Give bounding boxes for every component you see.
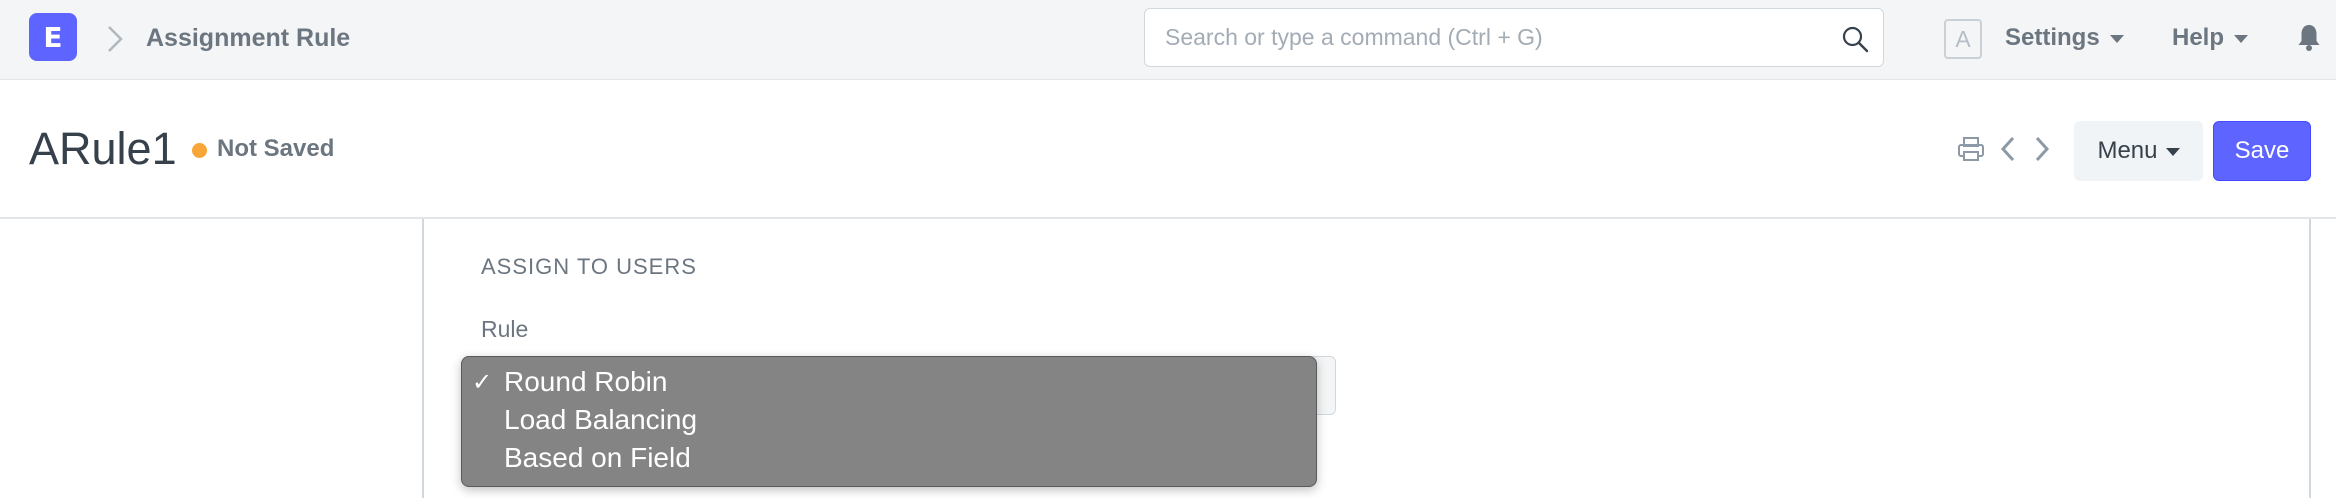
caret-down-icon <box>2234 35 2249 43</box>
checkmark-icon: ✓ <box>472 368 493 396</box>
avatar[interactable]: A <box>1944 19 1982 59</box>
status-indicator-dot <box>192 143 207 158</box>
rule-field-label: Rule <box>481 316 529 342</box>
help-dropdown[interactable]: Help <box>2172 24 2249 52</box>
app-logo[interactable]: E <box>29 13 77 61</box>
page-head: ARule1 Not Saved Menu Save <box>0 81 2336 219</box>
search-bar[interactable] <box>1144 8 1884 67</box>
bell-icon[interactable] <box>2296 22 2322 52</box>
dropdown-option-load-balancing[interactable]: Load Balancing <box>462 401 1316 439</box>
help-label: Help <box>2172 24 2225 51</box>
page-title: ARule1 <box>29 123 177 174</box>
chevron-right-icon[interactable] <box>2033 135 2051 163</box>
status-badge: Not Saved <box>217 135 335 162</box>
menu-label: Menu <box>2097 137 2158 164</box>
breadcrumb[interactable]: Assignment Rule <box>146 24 350 53</box>
search-input[interactable] <box>1165 9 1825 66</box>
caret-down-icon <box>2165 148 2180 156</box>
chevron-right-icon <box>108 26 123 52</box>
dropdown-option-based-on-field[interactable]: Based on Field <box>462 439 1316 477</box>
caret-down-icon <box>2109 35 2124 43</box>
option-label: Load Balancing <box>504 404 698 435</box>
option-label: Round Robin <box>504 366 668 397</box>
navbar: E Assignment Rule A Settings Help <box>0 0 2336 80</box>
settings-dropdown[interactable]: Settings <box>2005 24 2124 52</box>
section-heading: ASSIGN TO USERS <box>481 254 697 279</box>
option-label: Based on Field <box>504 442 691 473</box>
print-icon[interactable] <box>1957 135 1985 163</box>
search-icon[interactable] <box>1841 25 1869 53</box>
settings-label: Settings <box>2005 24 2100 51</box>
dropdown-option-round-robin[interactable]: ✓ Round Robin <box>462 363 1316 401</box>
rule-dropdown-menu: ✓ Round Robin Load Balancing Based on Fi… <box>461 356 1317 487</box>
save-button[interactable]: Save <box>2213 121 2311 181</box>
menu-button[interactable]: Menu <box>2074 121 2203 181</box>
chevron-left-icon[interactable] <box>1999 135 2017 163</box>
